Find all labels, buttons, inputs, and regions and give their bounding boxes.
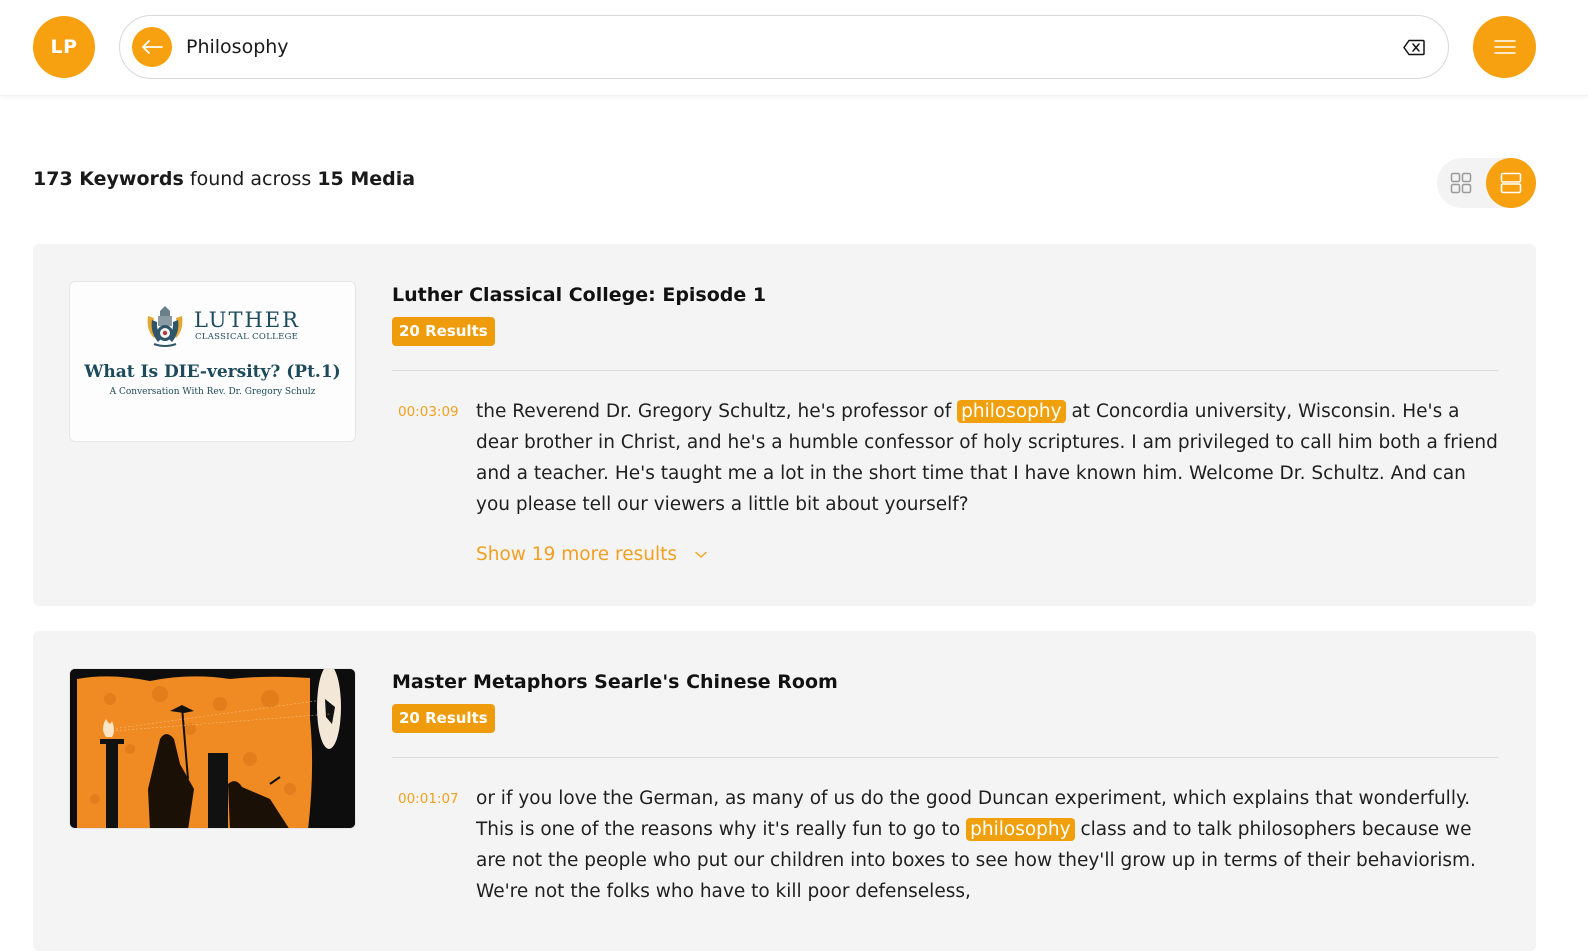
top-bar: LP xyxy=(0,0,1588,96)
results-summary: 173 Keywords found across 15 Media xyxy=(33,168,415,190)
show-more-label: Show 19 more results xyxy=(476,544,677,565)
divider xyxy=(392,757,1498,758)
divider xyxy=(392,370,1498,371)
media-thumbnail[interactable] xyxy=(69,668,356,829)
snippet-text-before: the Reverend Dr. Gregory Schultz, he's p… xyxy=(476,401,958,422)
avatar-initials: LP xyxy=(50,36,78,58)
search-bar xyxy=(119,15,1449,79)
clear-search-button[interactable] xyxy=(1402,36,1426,58)
list-view-button[interactable] xyxy=(1486,158,1536,208)
avatar[interactable]: LP xyxy=(33,16,95,78)
thumbnail-subline: A Conversation With Rev. Dr. Gregory Sch… xyxy=(109,387,316,397)
cave-illustration xyxy=(70,669,355,828)
view-toggle xyxy=(1437,158,1536,208)
search-input[interactable] xyxy=(186,30,1366,64)
arrow-left-icon xyxy=(142,40,163,54)
result-card: LUTHER CLASSICAL COLLEGE What Is DIE-ver… xyxy=(33,244,1536,606)
list-icon xyxy=(1500,172,1522,194)
keyword-highlight: philosophy xyxy=(957,400,1066,423)
snippet-timestamp[interactable]: 00:03:09 xyxy=(398,404,459,420)
grid-view-button[interactable] xyxy=(1447,169,1475,197)
summary-middle-text: found across xyxy=(189,168,312,190)
media-thumbnail[interactable]: LUTHER CLASSICAL COLLEGE What Is DIE-ver… xyxy=(69,281,356,442)
show-more-results-button[interactable]: Show 19 more results xyxy=(476,544,707,565)
back-button[interactable] xyxy=(132,27,172,67)
thumbnail-brand-sub: CLASSICAL COLLEGE xyxy=(195,332,299,342)
media-count: 15 Media xyxy=(317,168,416,190)
chevron-down-icon xyxy=(695,551,707,558)
snippet-timestamp[interactable]: 00:01:07 xyxy=(398,791,459,807)
hamburger-menu-icon xyxy=(1493,40,1516,54)
grid-icon xyxy=(1450,172,1472,194)
transcript-snippet: the Reverend Dr. Gregory Schultz, he's p… xyxy=(476,396,1500,520)
thumbnail-headline: What Is DIE-versity? (Pt.1) xyxy=(84,362,341,382)
transcript-snippet: or if you love the German, as many of us… xyxy=(476,783,1500,907)
results-count-badge: 20 Results xyxy=(392,704,495,733)
media-title[interactable]: Master Metaphors Searle's Chinese Room xyxy=(392,671,838,693)
results-count-badge: 20 Results xyxy=(392,317,495,346)
keyword-highlight: philosophy xyxy=(966,818,1075,841)
backspace-x-icon xyxy=(1403,39,1425,55)
result-card: Master Metaphors Searle's Chinese Room 2… xyxy=(33,631,1536,951)
menu-button[interactable] xyxy=(1473,16,1536,78)
media-title[interactable]: Luther Classical College: Episode 1 xyxy=(392,284,766,306)
keywords-count: 173 Keywords xyxy=(33,168,184,190)
college-crest-logo xyxy=(147,306,183,347)
thumbnail-brand: LUTHER xyxy=(194,308,300,332)
